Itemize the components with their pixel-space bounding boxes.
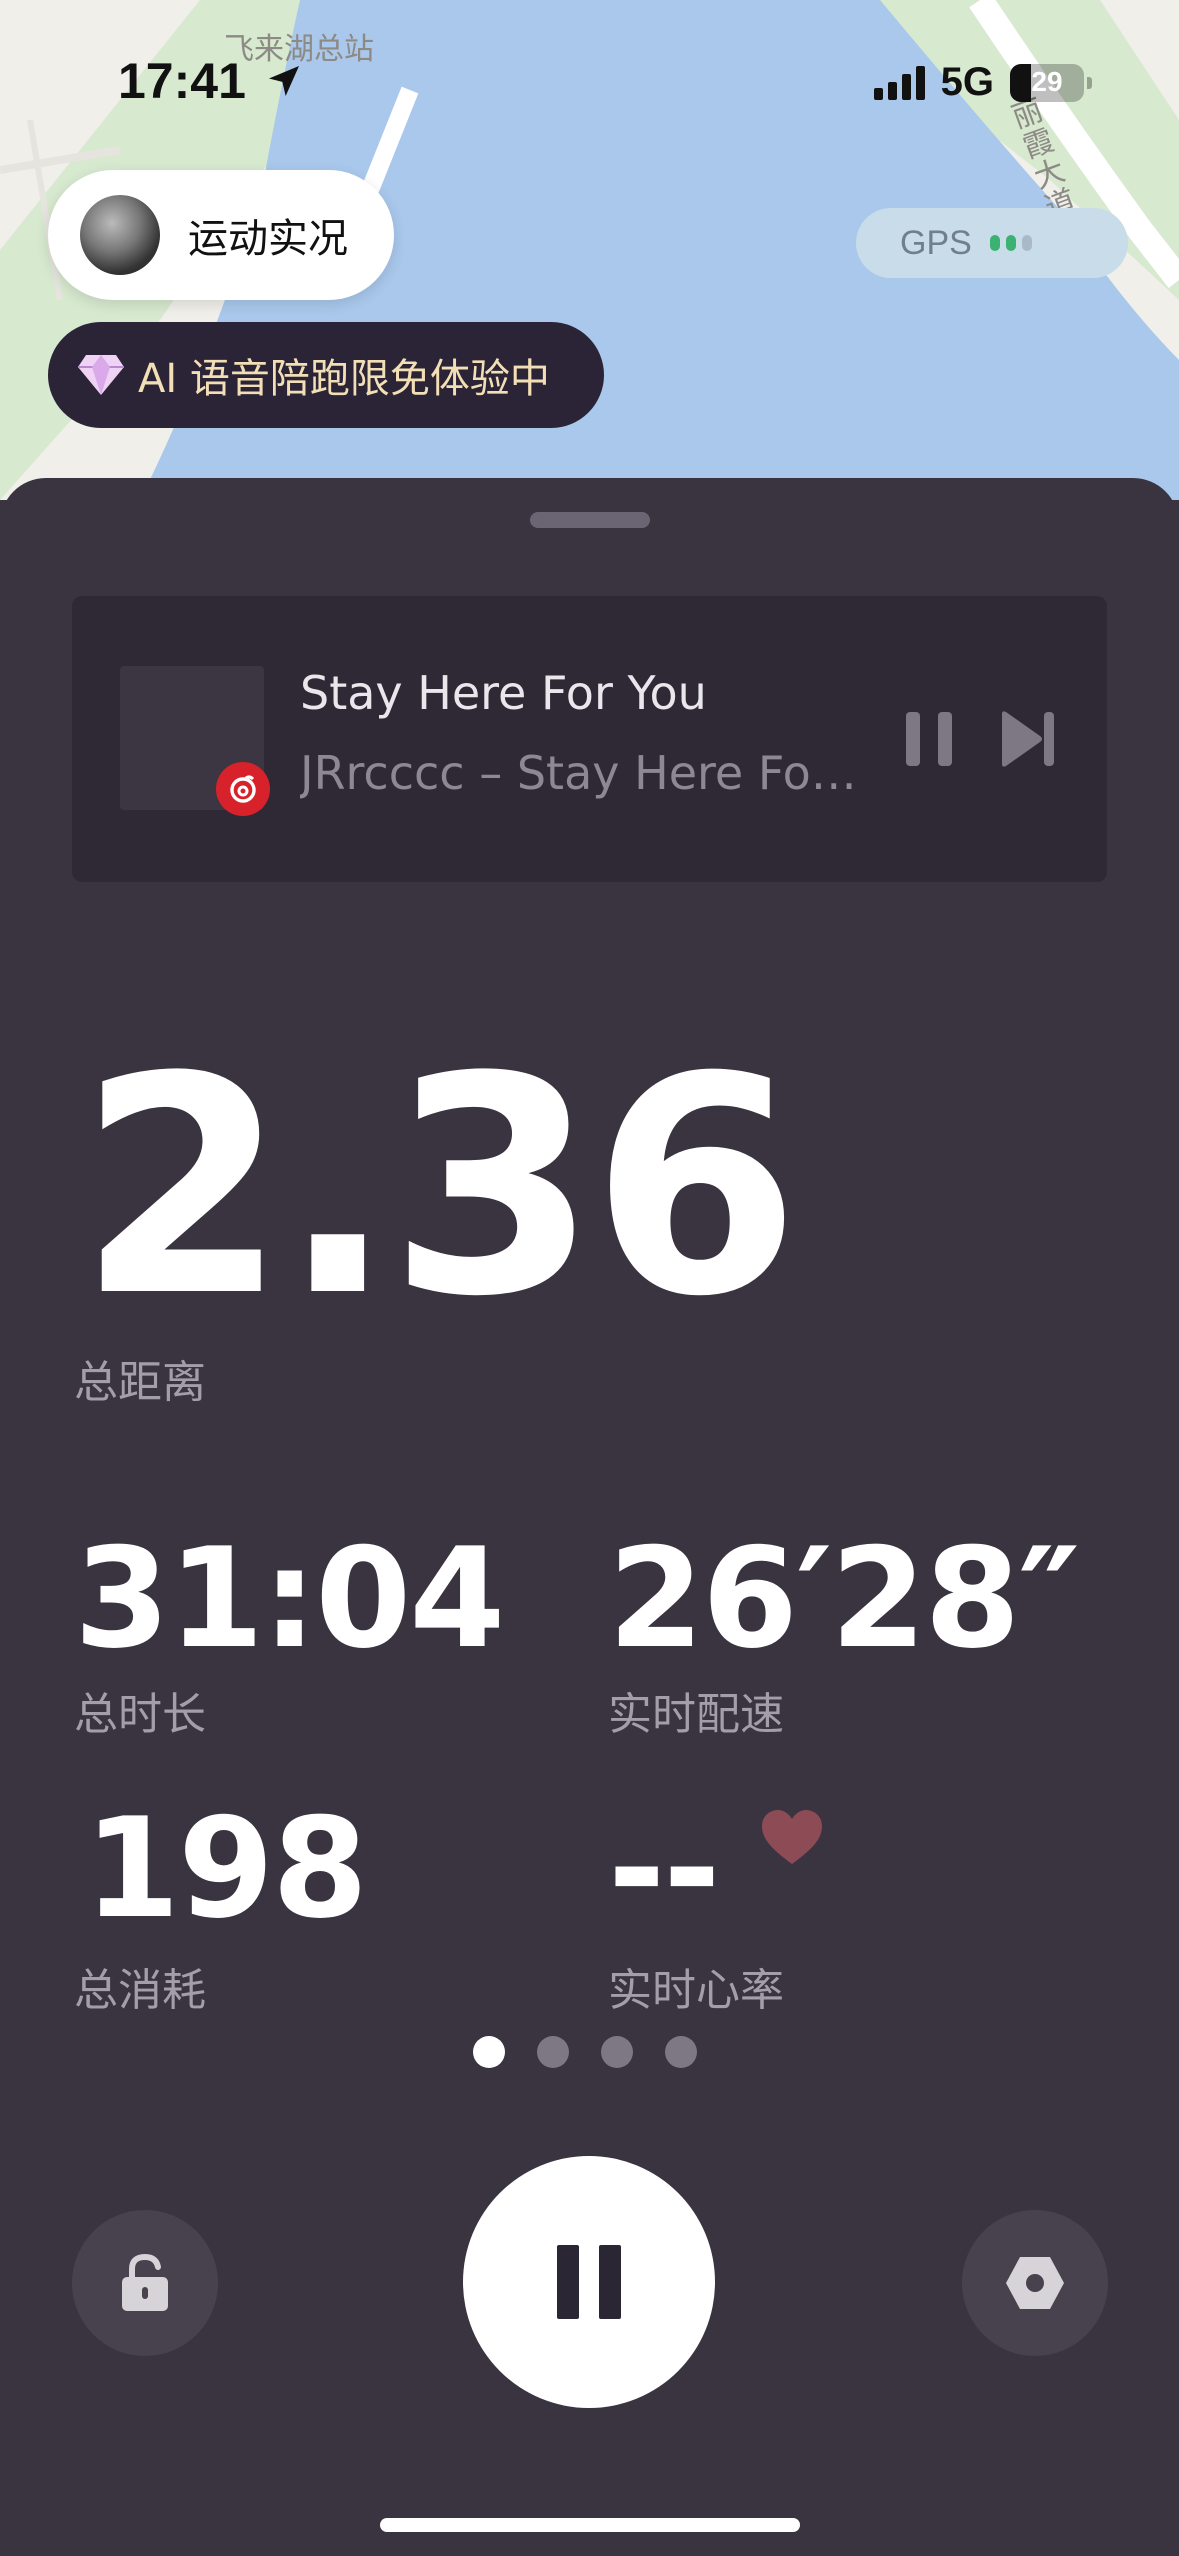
- pace-value: 26′28″: [608, 1518, 1080, 1679]
- ai-voice-coach-banner[interactable]: AI 语音陪跑限免体验中: [48, 322, 604, 428]
- battery-icon: 29: [1010, 63, 1092, 102]
- avatar: [80, 195, 160, 275]
- live-status-button[interactable]: 运动实况: [48, 170, 394, 300]
- panel-drag-handle[interactable]: [530, 512, 650, 528]
- page-dot[interactable]: [537, 2036, 569, 2068]
- location-arrow-icon: [268, 66, 299, 96]
- status-indicators: 5G 29: [873, 60, 1092, 105]
- cellular-signal-icon: [873, 65, 925, 100]
- page-indicator[interactable]: [473, 2036, 697, 2068]
- heart-rate-label: 实时心率: [608, 1965, 784, 2016]
- calories-value: 198: [84, 1788, 368, 1949]
- page-dot[interactable]: [601, 2036, 633, 2068]
- lock-button[interactable]: [72, 2210, 218, 2356]
- pause-workout-button[interactable]: [463, 2156, 715, 2408]
- gps-signal-icon: [989, 235, 1032, 251]
- ai-voice-coach-label: AI 语音陪跑限免体验中: [138, 356, 550, 402]
- distance-label: 总距离: [74, 1357, 206, 1408]
- duration-label: 总时长: [74, 1689, 206, 1740]
- home-indicator[interactable]: [380, 2518, 800, 2532]
- calories-label: 总消耗: [74, 1965, 206, 2016]
- gps-label: GPS: [900, 223, 972, 262]
- network-type: 5G: [940, 60, 994, 104]
- battery-percent: 29: [1031, 65, 1063, 97]
- workout-panel: Stay Here For You JRrcccc – Stay Here Fo…: [0, 478, 1179, 2556]
- heart-icon: [762, 1810, 822, 1864]
- song-artist: JRrcccc – Stay Here For You: [300, 746, 860, 800]
- status-time: 17:41: [118, 52, 304, 110]
- pace-label: 实时配速: [608, 1689, 784, 1740]
- music-player-card[interactable]: Stay Here For You JRrcccc – Stay Here Fo…: [72, 596, 1107, 882]
- netease-music-icon: [216, 762, 270, 816]
- heart-rate-value: --: [608, 1788, 721, 1949]
- page-dot[interactable]: [473, 2036, 505, 2068]
- distance-value: 2.36: [78, 1013, 800, 1362]
- duration-value: 31:04: [74, 1518, 505, 1679]
- music-next-icon[interactable]: [998, 708, 1058, 770]
- music-pause-icon[interactable]: [902, 708, 962, 770]
- page-dot[interactable]: [665, 2036, 697, 2068]
- pause-icon: [557, 2245, 621, 2319]
- settings-button[interactable]: [962, 2210, 1108, 2356]
- gps-indicator: GPS: [856, 208, 1128, 278]
- lock-icon: [122, 2253, 168, 2311]
- live-status-label: 运动实况: [188, 216, 348, 262]
- status-time-text: 17:41: [118, 53, 246, 109]
- song-title: Stay Here For You: [300, 666, 707, 720]
- diamond-icon: [78, 355, 124, 395]
- hexagon-settings-icon: [1006, 2257, 1064, 2309]
